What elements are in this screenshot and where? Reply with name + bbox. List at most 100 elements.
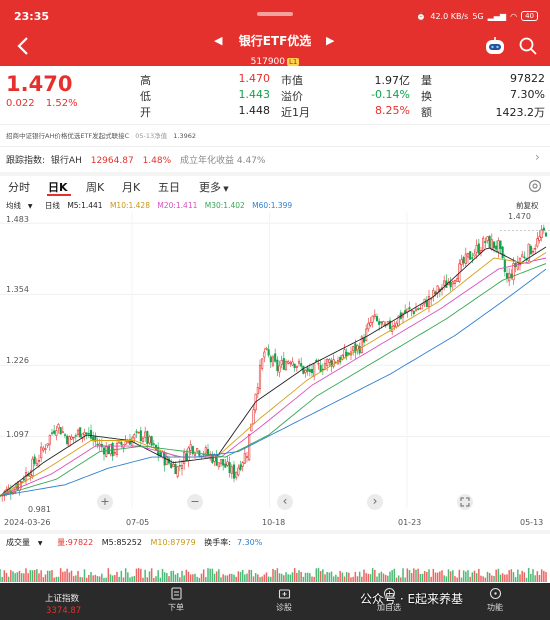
caret-down-icon: ▼ [36, 540, 43, 547]
volume-bar [452, 570, 454, 582]
volume-bar [527, 568, 530, 582]
next-stock-arrow[interactable]: ▶ [326, 34, 334, 47]
zoom-in-button[interactable]: + [97, 494, 113, 510]
volume-bar [185, 569, 188, 582]
volume-selector[interactable]: 成交量 ▼ [6, 538, 49, 547]
ma-selector[interactable]: 均线 ▼ [6, 201, 38, 210]
candle-body [263, 351, 266, 358]
search-icon[interactable] [518, 36, 538, 56]
volume-bar [486, 571, 489, 582]
order-label: 下单 [168, 603, 184, 612]
tab-monthly-k[interactable]: 月K [122, 179, 140, 195]
ma5-value: M5:1.441 [67, 201, 103, 210]
sse-index-value: 3374.87 [46, 606, 82, 616]
volume-bar [263, 574, 266, 582]
candle-body [241, 462, 244, 467]
candlestick-chart[interactable] [0, 212, 550, 518]
volume-bar [105, 577, 107, 582]
candle-body [425, 300, 428, 307]
volume-bar [31, 570, 34, 582]
sse-index-name[interactable]: 上证指数 [45, 592, 79, 604]
tab-more[interactable]: 更多 ▼ [199, 179, 229, 195]
candle-body [432, 289, 435, 297]
settings-icon[interactable] [528, 179, 542, 193]
volume-bar [59, 568, 62, 582]
low-value: 1.443 [238, 88, 271, 101]
back-button[interactable] [12, 34, 36, 58]
volume-bar [146, 577, 149, 582]
volume-bar [111, 575, 114, 582]
volume-bar [133, 576, 136, 582]
volume-bar [493, 575, 495, 582]
volume-bar [517, 569, 519, 582]
volume-bar [449, 571, 452, 582]
linked-fund-line[interactable]: 招商中证银行AH价格优选ETF发起式联接C 05-13净值 1.3962 [6, 130, 196, 140]
x-tick-label: 01-23 [398, 518, 422, 527]
functions-button[interactable]: 功能 [487, 587, 503, 613]
candle-body [204, 447, 207, 454]
volume-bar [545, 572, 547, 582]
candle-body [365, 328, 368, 342]
candle-body [70, 436, 73, 440]
tab-weekly-k[interactable]: 周K [86, 179, 104, 195]
signal-icon: ▂▄▆ [487, 11, 507, 21]
volume-bar [183, 575, 185, 582]
volume-bar [90, 572, 92, 582]
candle-body [345, 351, 348, 357]
battery-icon: 40 [521, 11, 538, 21]
volume-m5: M5:85252 [101, 538, 142, 547]
volume-bar [18, 570, 21, 582]
candle-body [289, 362, 292, 364]
adjust-mode[interactable]: 前复权 [516, 200, 539, 211]
candle-body [31, 458, 34, 476]
zoom-out-button[interactable]: − [187, 494, 203, 510]
candle-body [59, 427, 62, 435]
tab-daily-k[interactable]: 日K [48, 179, 68, 195]
volume-bar [157, 570, 159, 582]
volume-bar [12, 571, 14, 582]
volume-bar [371, 568, 374, 582]
candle-body [126, 440, 129, 444]
x-tick-label: 07-05 [126, 518, 150, 527]
volume-bar [257, 574, 259, 582]
volume-bar [445, 576, 448, 582]
tab-five-day[interactable]: 五日 [158, 179, 180, 195]
candle-body [287, 361, 290, 364]
volume-bar [530, 573, 532, 582]
volume-bar [7, 576, 10, 582]
candle-body [193, 453, 197, 456]
candle-body [538, 236, 541, 241]
volume-bar [497, 568, 500, 582]
volume-bar [170, 570, 172, 582]
diagnose-button[interactable]: 诊股 [276, 587, 292, 613]
volume-bar [278, 573, 281, 582]
volume-bar [254, 573, 257, 582]
volume-bar [508, 570, 510, 582]
pan-right-button[interactable]: › [367, 494, 383, 510]
volume-bar [374, 569, 376, 582]
volume-bar [168, 576, 170, 582]
volume-bar [428, 569, 430, 582]
volume-bar [246, 573, 248, 582]
tracking-index-line[interactable]: 跟踪指数: 银行AH 12964.87 1.48% 成立年化收益 4.47% [6, 153, 265, 166]
volume-bar [79, 576, 81, 582]
candle-body [66, 435, 69, 445]
candle-body [183, 452, 186, 465]
volume-bar [332, 576, 335, 582]
pan-left-button[interactable]: ‹ [277, 494, 293, 510]
volume-bar [25, 568, 27, 582]
volume-bar [504, 574, 506, 582]
order-button[interactable]: 下单 [168, 587, 184, 613]
candle-body [460, 259, 463, 265]
tracking-label: 跟踪指数: [6, 156, 46, 166]
volume-bar [181, 570, 183, 582]
candle-body [33, 456, 36, 464]
candle-body [464, 253, 467, 264]
volume-bar [96, 576, 99, 582]
ma60-value: M60:1.399 [252, 201, 293, 210]
tab-intraday[interactable]: 分时 [8, 179, 30, 195]
robot-assistant-icon[interactable] [484, 36, 506, 56]
ma-line-m20 [0, 257, 547, 497]
chevron-right-icon[interactable]: › [535, 150, 540, 164]
fullscreen-icon[interactable] [457, 494, 473, 510]
